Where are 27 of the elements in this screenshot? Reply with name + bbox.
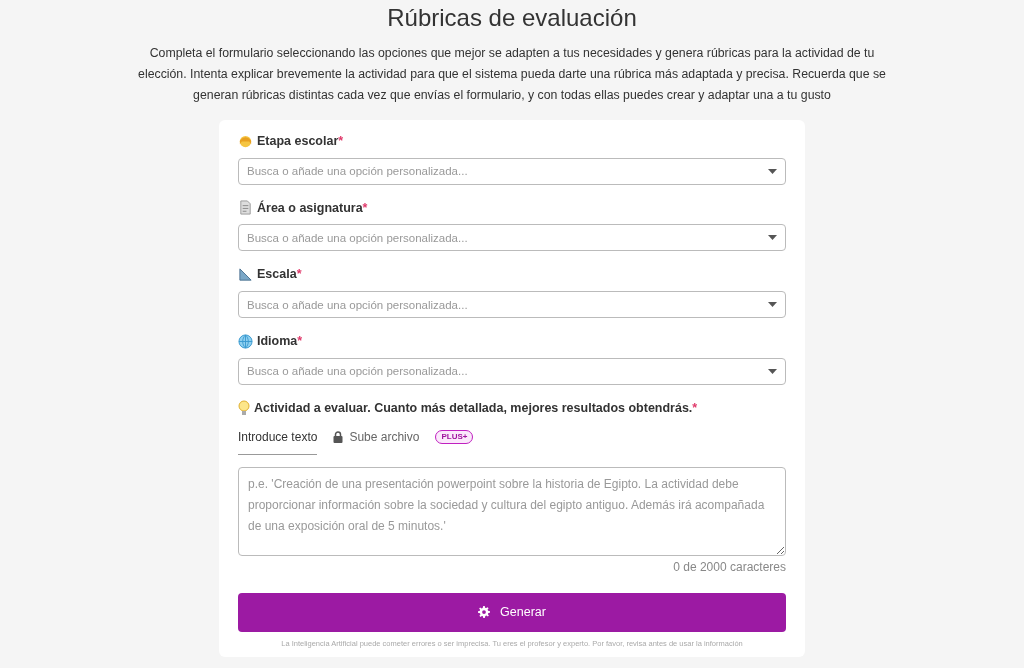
globe-icon (238, 333, 253, 349)
caret-icon (768, 368, 777, 374)
select-field[interactable]: Busca o añade una opción personalizada... (238, 157, 786, 185)
caret-icon (768, 235, 777, 241)
field-label: Idioma* (257, 333, 303, 351)
field-label: Actividad a evaluar. Cuanto más detallada, mejores resultados obtendrás.* (254, 399, 698, 417)
gear-icon (478, 606, 491, 619)
tab[interactable]: Introduce texto (238, 427, 318, 455)
caret-icon (768, 302, 777, 308)
select-field[interactable]: Busca o añade una opción personalizada... (238, 291, 786, 319)
character-counter: 0 de 2000 caracteres (672, 558, 786, 576)
select-field[interactable]: Busca o añade una opción personalizada... (238, 224, 786, 252)
generate-button[interactable]: Generar (238, 592, 786, 632)
field-label: Escala* (257, 266, 302, 284)
lock-icon (333, 431, 344, 444)
lightbulb-icon (238, 400, 250, 417)
caret-icon (768, 168, 777, 174)
field-label: Área o asignatura* (257, 199, 368, 217)
page-description: Completa el formulario seleccionando las opciones que mejor se adapten a tus necesidades y genera rúbricas para la actividad de tu elección. Intenta explicar brevemente la actividad para que el sistema pueda darte una rúbrica más adaptada y precisa. Recuerda que se generan rúbricas distintas cada vez que envías el formulario, y con todas ellas puedes crear y adaptar una a tu gusto (137, 44, 887, 104)
document-icon (238, 200, 253, 216)
select-field[interactable]: Busca o añade una opción personalizada... (238, 357, 786, 385)
page-title: Rúbricas de evaluación (386, 4, 638, 33)
field-label: Etapa escolar* (257, 132, 344, 150)
ruler-icon (238, 267, 253, 283)
plan-badge: PLUS+ (435, 430, 474, 445)
activity-textarea[interactable]: p.e. 'Creación de una presentación powerpoint sobre la historia de Egipto. La actividad debe proporcionar información sobre la sociedad y cultura del egipto antiguo. Además irá acompañada de una exposición oral de 5 minutos.' (238, 466, 786, 556)
tab[interactable]: Sube archivo (333, 428, 420, 455)
